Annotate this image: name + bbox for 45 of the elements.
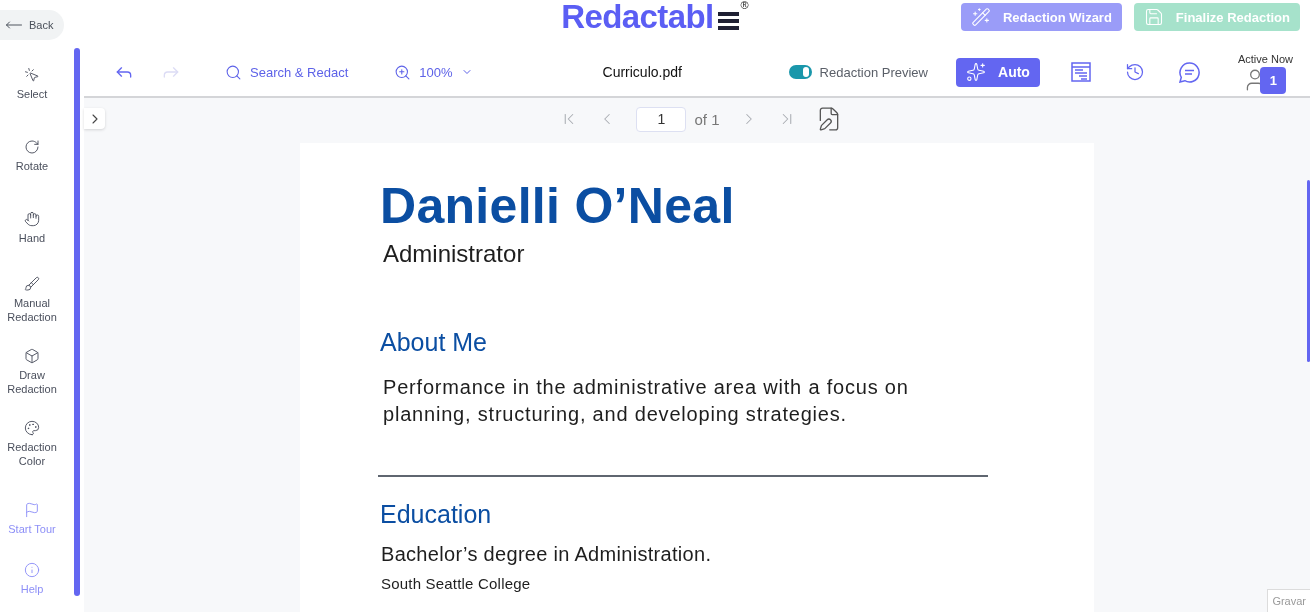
history-icon[interactable] [1124,62,1145,82]
zoom-in-icon [394,63,412,81]
flag-icon [24,502,40,518]
rotate-tool[interactable]: Rotate [0,120,64,192]
auto-button[interactable]: Auto [955,57,1040,87]
palette-icon [24,420,40,436]
registered-mark: ® [740,0,749,11]
cube-icon [24,348,40,364]
sparkles-icon [966,62,986,82]
magic-wand-icon [970,7,991,27]
page-scrollbar[interactable] [1307,180,1310,362]
zoom-button[interactable]: 100% [394,63,473,81]
hand-icon [24,211,40,227]
expand-panel-button[interactable] [84,108,105,129]
degree-text: Bachelor’s degree in Administration. [381,542,712,567]
section-heading: Education [380,499,492,529]
logo-text: Redactabl [561,0,714,34]
document-lines-icon[interactable] [1070,62,1091,82]
manual-redaction-tool[interactable]: Manual Redaction [0,264,64,336]
hand-tool[interactable]: Hand [0,192,64,264]
stacked-bars-icon [717,12,739,30]
back-button[interactable]: Back [0,10,64,40]
page-number-field[interactable]: 1 [636,106,687,132]
cursor-click-icon [24,67,40,83]
sidebar-scrollbar[interactable] [74,48,80,596]
job-title: Administrator [383,239,525,269]
person-name: Danielli O’Neal [380,177,735,235]
active-now-label: Active Now [1237,53,1293,65]
active-count-badge: 1 [1260,67,1287,94]
redaction-color-tool[interactable]: Redaction Color [0,408,64,480]
file-name: Curriculo.pdf [602,64,682,80]
draw-redaction-tool[interactable]: Draw Redaction [0,336,64,408]
page-total: of 1 [694,110,720,128]
about-paragraph: Performance in the administrative area with a focus on planning, structuring, and developing strategies. [383,375,910,427]
rotate-icon [24,139,40,155]
search-icon [225,63,242,81]
select-tool[interactable]: Select [0,48,64,120]
preview-toggle[interactable] [788,65,812,79]
brush-icon [24,276,40,292]
search-redact-button[interactable]: Search & Redact [225,63,349,81]
chat-icon[interactable] [1178,61,1200,83]
info-icon [24,562,40,578]
section-heading: About Me [380,327,487,357]
redaction-preview-label: Redaction Preview [819,64,928,80]
school-name: South Seattle College [381,574,531,594]
